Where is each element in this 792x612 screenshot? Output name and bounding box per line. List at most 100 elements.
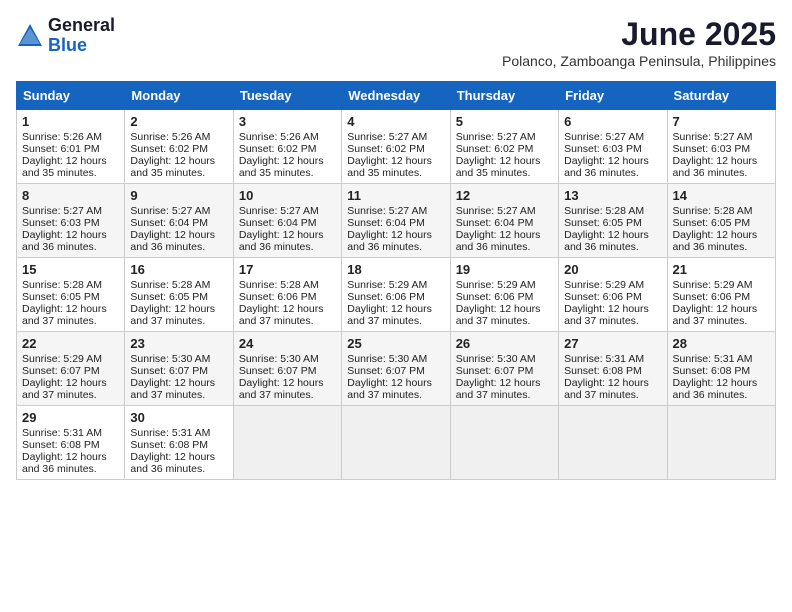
day-number: 22 [22,336,119,351]
day-number: 19 [456,262,553,277]
day-number: 24 [239,336,336,351]
day-info: Sunrise: 5:31 AM Sunset: 6:08 PM Dayligh… [130,427,215,475]
calendar-cell: 27 Sunrise: 5:31 AM Sunset: 6:08 PM Dayli… [559,332,667,406]
day-number: 26 [456,336,553,351]
calendar-cell: 20 Sunrise: 5:29 AM Sunset: 6:06 PM Dayli… [559,258,667,332]
calendar: SundayMondayTuesdayWednesdayThursdayFrid… [16,81,776,480]
weekday-header-saturday: Saturday [667,82,775,110]
calendar-cell: 24 Sunrise: 5:30 AM Sunset: 6:07 PM Dayli… [233,332,341,406]
calendar-cell: 26 Sunrise: 5:30 AM Sunset: 6:07 PM Dayli… [450,332,558,406]
day-info: Sunrise: 5:26 AM Sunset: 6:02 PM Dayligh… [130,131,215,179]
calendar-cell [450,406,558,480]
calendar-cell: 23 Sunrise: 5:30 AM Sunset: 6:07 PM Dayli… [125,332,233,406]
calendar-cell: 17 Sunrise: 5:28 AM Sunset: 6:06 PM Dayli… [233,258,341,332]
day-number: 13 [564,188,661,203]
calendar-cell: 14Sunrise: 5:28 AM Sunset: 6:05 PM Dayli… [667,184,775,258]
day-info: Sunrise: 5:27 AM Sunset: 6:03 PM Dayligh… [22,205,107,253]
day-info: Sunrise: 5:30 AM Sunset: 6:07 PM Dayligh… [130,353,215,401]
weekday-header-tuesday: Tuesday [233,82,341,110]
calendar-cell: 10 Sunrise: 5:27 AM Sunset: 6:04 PM Dayli… [233,184,341,258]
calendar-cell: 6 Sunrise: 5:27 AM Sunset: 6:03 PM Daylig… [559,110,667,184]
day-number: 11 [347,188,444,203]
day-info: Sunrise: 5:27 AM Sunset: 6:04 PM Dayligh… [130,205,215,253]
day-info: Sunrise: 5:27 AM Sunset: 6:02 PM Dayligh… [347,131,432,179]
calendar-cell: 11 Sunrise: 5:27 AM Sunset: 6:04 PM Dayli… [342,184,450,258]
day-info: Sunrise: 5:28 AM Sunset: 6:05 PM Dayligh… [130,279,215,327]
day-number: 17 [239,262,336,277]
calendar-cell: 3 Sunrise: 5:26 AM Sunset: 6:02 PM Daylig… [233,110,341,184]
day-number: 1 [22,114,119,129]
day-info: Sunrise: 5:29 AM Sunset: 6:06 PM Dayligh… [456,279,541,327]
day-info: Sunrise: 5:30 AM Sunset: 6:07 PM Dayligh… [456,353,541,401]
day-info: Sunrise: 5:28 AM Sunset: 6:06 PM Dayligh… [239,279,324,327]
calendar-row-4: 22Sunrise: 5:29 AM Sunset: 6:07 PM Dayli… [17,332,776,406]
weekday-header-monday: Monday [125,82,233,110]
day-number: 15 [22,262,119,277]
calendar-cell [233,406,341,480]
calendar-cell: 9Sunrise: 5:27 AM Sunset: 6:04 PM Daylig… [125,184,233,258]
day-info: Sunrise: 5:28 AM Sunset: 6:05 PM Dayligh… [564,205,649,253]
calendar-cell: 7 Sunrise: 5:27 AM Sunset: 6:03 PM Daylig… [667,110,775,184]
day-number: 23 [130,336,227,351]
day-info: Sunrise: 5:27 AM Sunset: 6:04 PM Dayligh… [347,205,432,253]
calendar-cell: 1 Sunrise: 5:26 AM Sunset: 6:01 PM Daylig… [17,110,125,184]
day-number: 29 [22,410,119,425]
day-info: Sunrise: 5:26 AM Sunset: 6:02 PM Dayligh… [239,131,324,179]
page-header: General Blue June 2025 Polanco, Zamboang… [16,16,776,69]
subtitle: Polanco, Zamboanga Peninsula, Philippine… [502,53,776,69]
calendar-row-5: 29 Sunrise: 5:31 AM Sunset: 6:08 PM Dayli… [17,406,776,480]
calendar-cell: 18 Sunrise: 5:29 AM Sunset: 6:06 PM Dayli… [342,258,450,332]
logo-icon [16,22,44,50]
day-info: Sunrise: 5:27 AM Sunset: 6:02 PM Dayligh… [456,131,541,179]
day-number: 27 [564,336,661,351]
day-info: Sunrise: 5:31 AM Sunset: 6:08 PM Dayligh… [564,353,649,401]
day-number: 3 [239,114,336,129]
calendar-cell: 16 Sunrise: 5:28 AM Sunset: 6:05 PM Dayli… [125,258,233,332]
day-info: Sunrise: 5:28 AM Sunset: 6:05 PM Dayligh… [673,205,758,253]
day-number: 5 [456,114,553,129]
day-info: Sunrise: 5:27 AM Sunset: 6:03 PM Dayligh… [673,131,758,179]
day-number: 4 [347,114,444,129]
calendar-cell: 19 Sunrise: 5:29 AM Sunset: 6:06 PM Dayli… [450,258,558,332]
day-number: 12 [456,188,553,203]
calendar-cell: 21Sunrise: 5:29 AM Sunset: 6:06 PM Dayli… [667,258,775,332]
logo-general: General [48,16,115,36]
day-info: Sunrise: 5:29 AM Sunset: 6:06 PM Dayligh… [347,279,432,327]
day-info: Sunrise: 5:27 AM Sunset: 6:03 PM Dayligh… [564,131,649,179]
logo-blue: Blue [48,36,115,56]
logo-text: General Blue [48,16,115,56]
day-info: Sunrise: 5:26 AM Sunset: 6:01 PM Dayligh… [22,131,107,179]
calendar-cell: 15 Sunrise: 5:28 AM Sunset: 6:05 PM Dayli… [17,258,125,332]
logo: General Blue [16,16,115,56]
day-number: 6 [564,114,661,129]
calendar-cell: 22Sunrise: 5:29 AM Sunset: 6:07 PM Dayli… [17,332,125,406]
day-number: 2 [130,114,227,129]
weekday-header-friday: Friday [559,82,667,110]
calendar-row-3: 15 Sunrise: 5:28 AM Sunset: 6:05 PM Dayli… [17,258,776,332]
calendar-cell: 4 Sunrise: 5:27 AM Sunset: 6:02 PM Daylig… [342,110,450,184]
day-info: Sunrise: 5:31 AM Sunset: 6:08 PM Dayligh… [22,427,107,475]
calendar-cell [559,406,667,480]
day-info: Sunrise: 5:30 AM Sunset: 6:07 PM Dayligh… [239,353,324,401]
day-info: Sunrise: 5:27 AM Sunset: 6:04 PM Dayligh… [456,205,541,253]
day-number: 21 [673,262,770,277]
calendar-cell: 13 Sunrise: 5:28 AM Sunset: 6:05 PM Dayli… [559,184,667,258]
calendar-cell: 30Sunrise: 5:31 AM Sunset: 6:08 PM Dayli… [125,406,233,480]
weekday-header-wednesday: Wednesday [342,82,450,110]
calendar-cell [342,406,450,480]
month-title: June 2025 [502,16,776,53]
calendar-cell: 2 Sunrise: 5:26 AM Sunset: 6:02 PM Daylig… [125,110,233,184]
day-number: 20 [564,262,661,277]
day-number: 25 [347,336,444,351]
day-info: Sunrise: 5:27 AM Sunset: 6:04 PM Dayligh… [239,205,324,253]
day-number: 7 [673,114,770,129]
day-number: 16 [130,262,227,277]
day-number: 10 [239,188,336,203]
day-info: Sunrise: 5:28 AM Sunset: 6:05 PM Dayligh… [22,279,107,327]
calendar-cell: 28Sunrise: 5:31 AM Sunset: 6:08 PM Dayli… [667,332,775,406]
day-number: 18 [347,262,444,277]
calendar-row-1: 1 Sunrise: 5:26 AM Sunset: 6:01 PM Daylig… [17,110,776,184]
calendar-cell: 5 Sunrise: 5:27 AM Sunset: 6:02 PM Daylig… [450,110,558,184]
calendar-cell [667,406,775,480]
day-info: Sunrise: 5:29 AM Sunset: 6:06 PM Dayligh… [564,279,649,327]
